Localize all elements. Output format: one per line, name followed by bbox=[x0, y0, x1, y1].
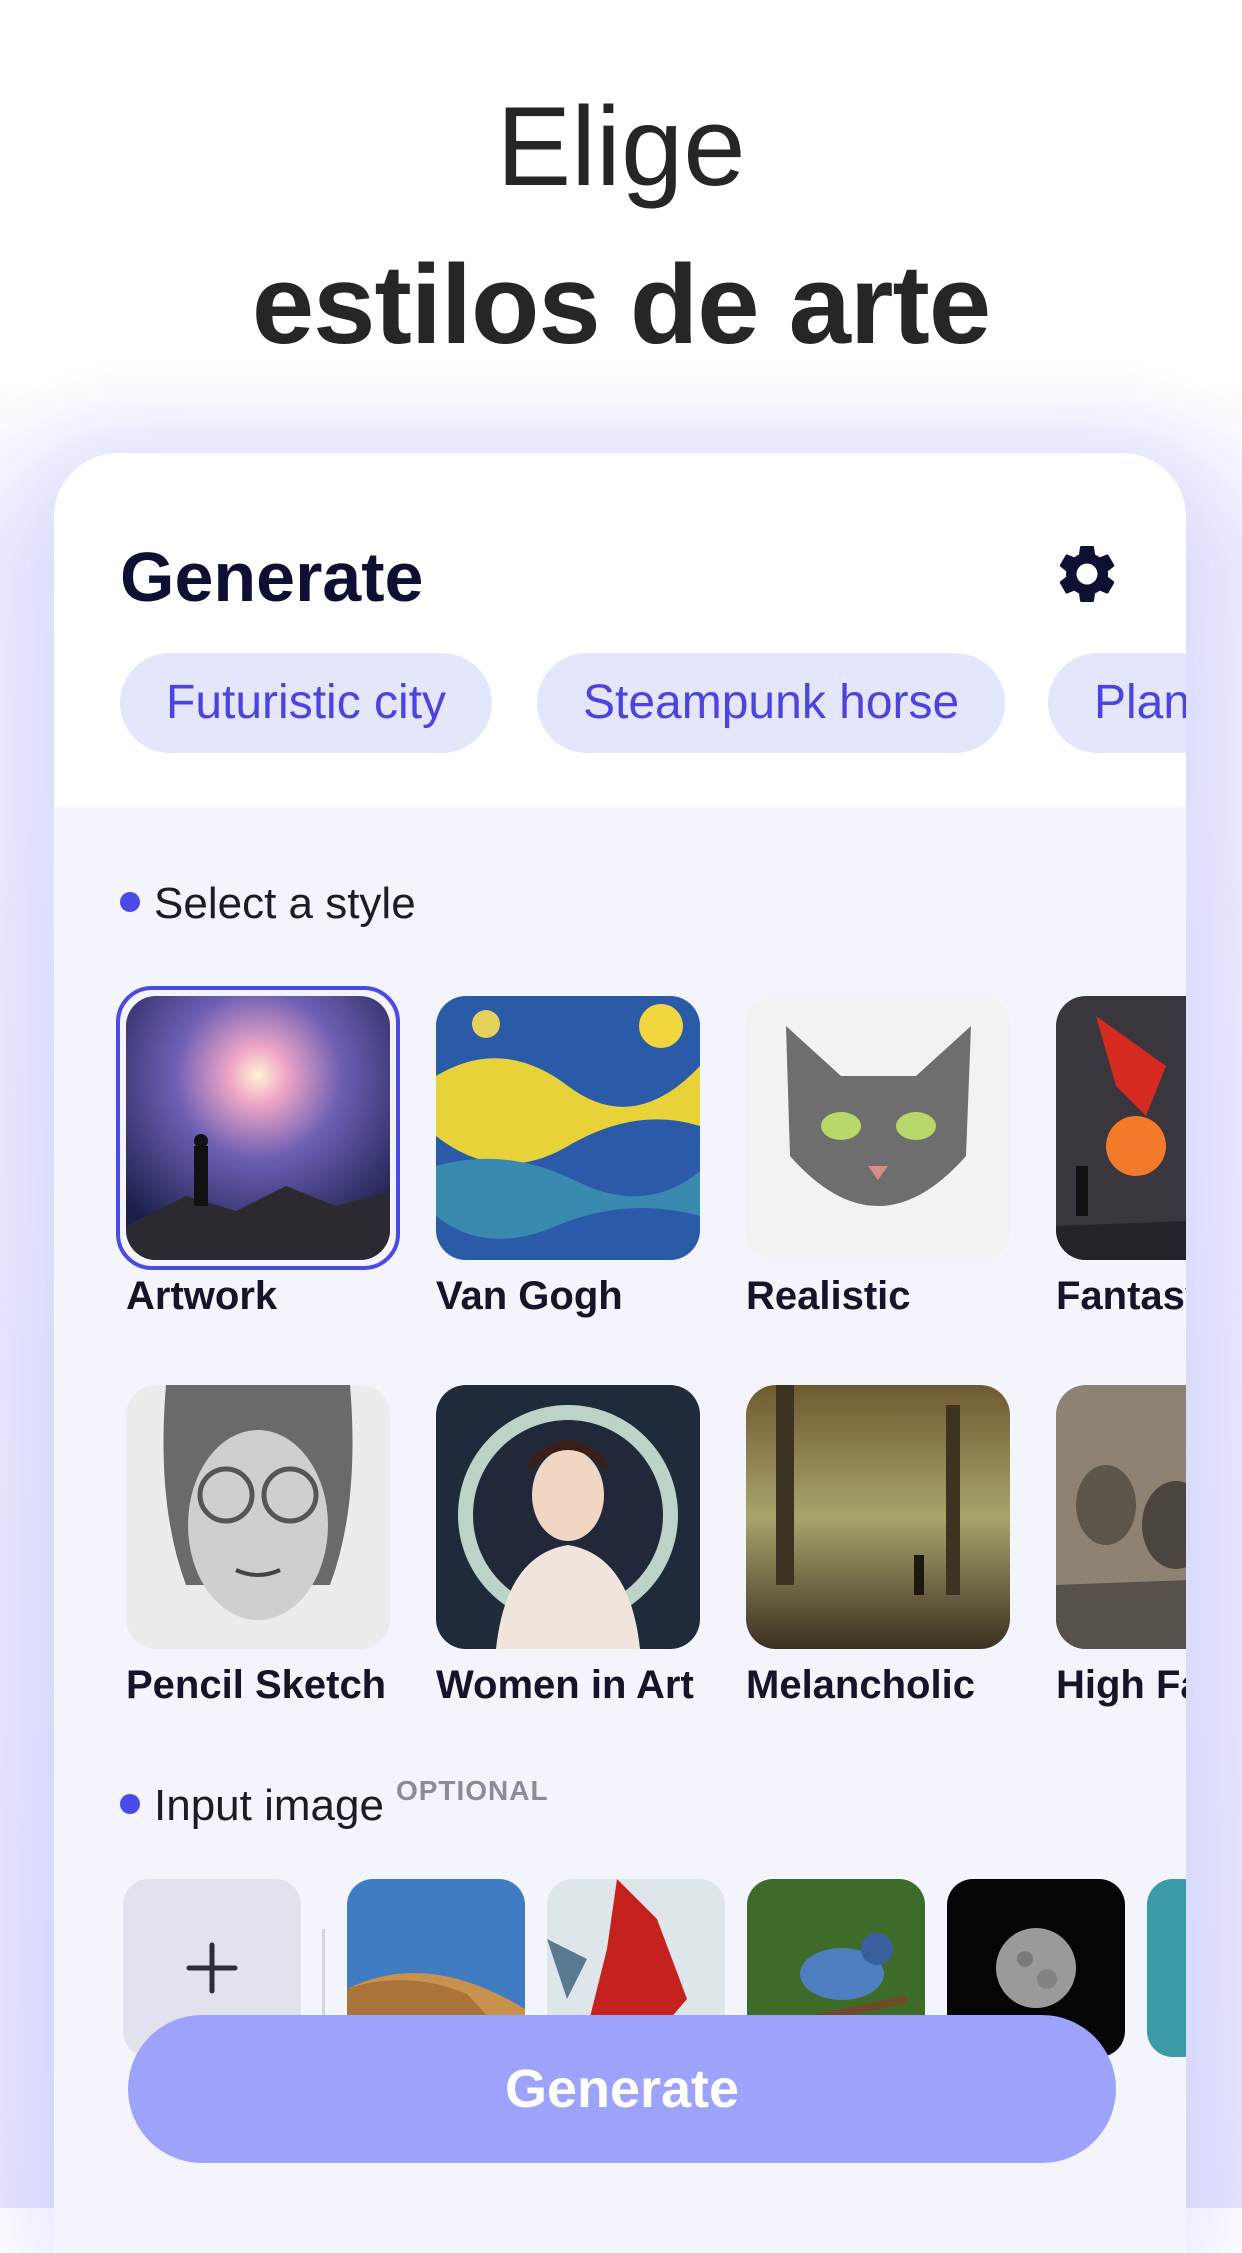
prompt-chip-plan[interactable]: Plan bbox=[1048, 653, 1186, 753]
prompt-chip-futuristic-city[interactable]: Futuristic city bbox=[120, 653, 493, 753]
divider bbox=[322, 1929, 325, 2029]
style-section-label: Select a style bbox=[120, 879, 416, 929]
style-pencil-sketch[interactable]: Pencil Sketch bbox=[126, 1385, 392, 1708]
style-label-realistic: Realistic bbox=[746, 1274, 911, 1318]
style-section-text: Select a style bbox=[154, 879, 416, 928]
style-women-in-art[interactable]: Women in Art bbox=[436, 1385, 702, 1708]
card-title: Generate bbox=[120, 538, 424, 616]
style-artwork[interactable]: Artwork bbox=[116, 986, 400, 1319]
input-image-partial[interactable] bbox=[1147, 1879, 1186, 2057]
style-label-pencil-sketch: Pencil Sketch bbox=[126, 1663, 387, 1707]
style-thumbnail-artwork bbox=[126, 996, 390, 1260]
bullet-dot bbox=[120, 1794, 140, 1815]
input-section-label: Input image OPTIONAL bbox=[120, 1775, 549, 1831]
style-label-fantasy: Fantasy bbox=[1056, 1274, 1186, 1318]
card-header bbox=[54, 453, 1186, 807]
generate-button[interactable]: Generate bbox=[128, 2015, 1116, 2163]
style-thumbnail-women-in-art bbox=[436, 1385, 700, 1649]
style-realistic[interactable]: Realistic bbox=[746, 996, 1012, 1319]
input-section-text: Input image bbox=[154, 1781, 384, 1830]
prompt-chip-steampunk-horse[interactable]: Steampunk horse bbox=[537, 653, 1006, 753]
style-thumbnail-van-gogh bbox=[436, 996, 700, 1260]
style-fantasy[interactable]: Fantasy bbox=[1056, 996, 1186, 1319]
style-label-van-gogh: Van Gogh bbox=[436, 1274, 623, 1318]
style-high-fantasy[interactable]: High Fa bbox=[1056, 1385, 1186, 1708]
generate-card: Generate Futuristic city Steampunk horse… bbox=[54, 453, 1186, 2253]
headline-line1: Elige bbox=[496, 84, 746, 209]
style-thumbnail-high-fantasy bbox=[1056, 1385, 1186, 1649]
style-thumbnail-fantasy bbox=[1056, 996, 1186, 1260]
style-label-women-in-art: Women in Art bbox=[436, 1663, 694, 1707]
optional-tag: OPTIONAL bbox=[395, 1775, 549, 1806]
style-label-artwork: Artwork bbox=[126, 1274, 278, 1318]
bullet-dot bbox=[120, 892, 140, 913]
style-thumbnail-realistic bbox=[746, 996, 1010, 1260]
headline-line2: estilos de arte bbox=[251, 242, 991, 367]
gear-icon[interactable] bbox=[1052, 539, 1122, 609]
style-melancholic[interactable]: Melancholic bbox=[746, 1385, 1012, 1708]
style-label-melancholic: Melancholic bbox=[746, 1663, 975, 1707]
style-thumbnail-melancholic bbox=[746, 1385, 1010, 1649]
style-thumbnail-pencil-sketch bbox=[126, 1385, 390, 1649]
style-label-high-fantasy: High Fa bbox=[1056, 1663, 1186, 1707]
style-van-gogh[interactable]: Van Gogh bbox=[436, 996, 702, 1319]
